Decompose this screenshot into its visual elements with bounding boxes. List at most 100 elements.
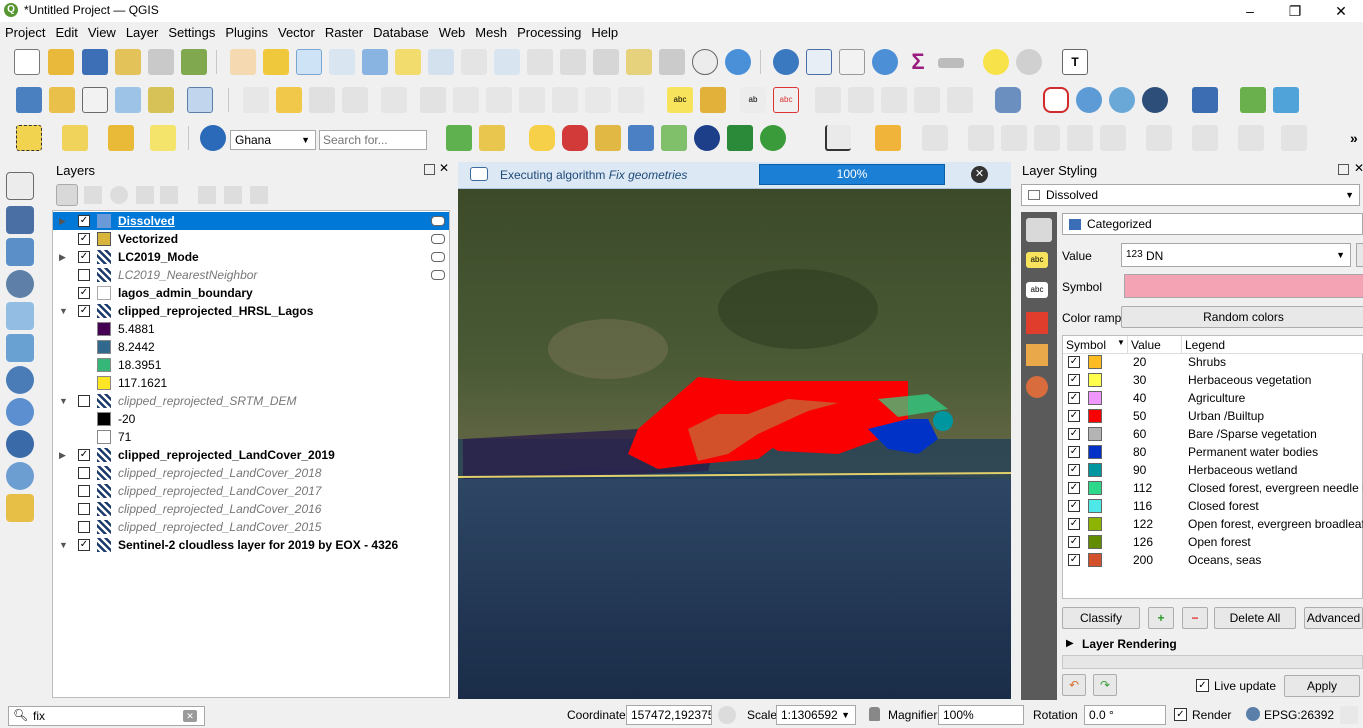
minimize-icon[interactable]: –	[1240, 2, 1260, 20]
remove-category-icon[interactable]: −	[1182, 607, 1208, 629]
messages-icon[interactable]	[1340, 706, 1358, 724]
copy-features-icon[interactable]	[519, 87, 545, 113]
save-edits-icon[interactable]	[309, 87, 335, 113]
collapse-arrow-icon[interactable]: ▼	[59, 392, 68, 410]
add-vector-layer-icon[interactable]	[6, 172, 34, 200]
vertex-tool-disabled-icon[interactable]	[381, 87, 407, 113]
render-checkbox[interactable]: ✓	[1174, 708, 1187, 721]
menu-web[interactable]: Web	[434, 22, 471, 43]
offset-curve-icon[interactable]	[1281, 125, 1307, 151]
layer-item[interactable]: ▼ ✓ clipped_reprojected_HRSL_Lagos	[53, 302, 449, 320]
new-map-view-icon[interactable]	[560, 49, 586, 75]
toggle-extents-icon[interactable]	[718, 706, 736, 724]
profile-chart-icon[interactable]	[825, 125, 851, 151]
category-row[interactable]: ✓ 50 Urban /Builtup	[1063, 407, 1363, 425]
plugins-icon[interactable]	[148, 87, 174, 113]
horizontal-scrollbar[interactable]	[1062, 655, 1363, 669]
temporal-controller-icon[interactable]	[692, 49, 718, 75]
menu-layer[interactable]: Layer	[121, 22, 164, 43]
layer-visibility-checkbox[interactable]	[78, 503, 90, 515]
magnifier-field[interactable]: 100%	[938, 705, 1024, 725]
legend-item[interactable]: -20	[53, 410, 449, 428]
layer-item[interactable]: ▶ ✓ clipped_reprojected_LandCover_2019	[53, 446, 449, 464]
classify-button[interactable]: Classify	[1062, 607, 1140, 629]
styling-layer-select[interactable]: Dissolved ▼	[1021, 184, 1360, 206]
menu-mesh[interactable]: Mesh	[470, 22, 512, 43]
layer-item[interactable]: clipped_reprojected_LandCover_2016	[53, 500, 449, 518]
zoom-native-icon[interactable]	[461, 49, 487, 75]
expand-arrow-icon[interactable]: ▶	[59, 446, 66, 464]
color-ramp-button[interactable]: Random colors	[1121, 306, 1363, 328]
layer-item[interactable]: clipped_reprojected_LandCover_2017	[53, 482, 449, 500]
menu-plugins[interactable]: Plugins	[220, 22, 273, 43]
python-console-icon[interactable]	[529, 125, 555, 151]
header-symbol[interactable]: Symbol	[1066, 338, 1106, 352]
style-manager-icon[interactable]	[181, 49, 207, 75]
clear-locator-icon[interactable]: ✕	[183, 710, 197, 722]
menu-view[interactable]: View	[83, 22, 121, 43]
geocoder-dropdown[interactable]: Ghana ▼	[230, 130, 316, 150]
close-styling-icon[interactable]: ✕	[1354, 161, 1363, 175]
zoom-to-selection-icon[interactable]	[395, 49, 421, 75]
symbol-button[interactable]	[1124, 274, 1363, 298]
wms-layer-icon[interactable]	[1076, 87, 1102, 113]
vector-tools-icon[interactable]	[479, 125, 505, 151]
expand-arrow-icon[interactable]: ▶	[59, 212, 66, 230]
layers-stack-icon[interactable]	[661, 125, 687, 151]
category-swatch[interactable]	[1088, 553, 1102, 567]
select-by-value-icon[interactable]	[62, 125, 88, 151]
manage-visibility-eye-icon[interactable]	[110, 186, 128, 204]
add-category-icon[interactable]: +	[1148, 607, 1174, 629]
cut-features-icon[interactable]	[486, 87, 512, 113]
menu-edit[interactable]: Edit	[50, 22, 82, 43]
show-hide-labels-icon[interactable]	[815, 87, 841, 113]
menu-help[interactable]: Help	[586, 22, 623, 43]
category-checkbox[interactable]: ✓	[1068, 536, 1080, 548]
refresh-icon[interactable]	[725, 49, 751, 75]
category-swatch[interactable]	[1088, 535, 1102, 549]
category-swatch[interactable]	[1088, 499, 1102, 513]
add-layer-icon[interactable]	[16, 87, 42, 113]
map-canvas[interactable]	[458, 189, 1011, 699]
collapse-all-icon[interactable]	[224, 186, 242, 204]
apply-button[interactable]: Apply	[1284, 675, 1360, 697]
symbology-paintbrush-icon[interactable]	[1026, 218, 1052, 242]
reload-plugin-icon[interactable]	[1273, 87, 1299, 113]
close-panel-icon[interactable]: ✕	[439, 161, 449, 175]
layer-visibility-checkbox[interactable]: ✓	[78, 233, 90, 245]
field-calculator-icon[interactable]	[839, 49, 865, 75]
expand-all-icon[interactable]	[198, 186, 216, 204]
reshape-icon[interactable]	[1238, 125, 1264, 151]
current-edits-icon[interactable]	[243, 87, 269, 113]
header-legend[interactable]: Legend	[1185, 338, 1225, 352]
swipe-icon[interactable]	[628, 125, 654, 151]
history-icon[interactable]	[1026, 376, 1048, 398]
locator-box[interactable]: 🔍︎ fix ✕	[8, 706, 205, 726]
layer-visibility-checkbox[interactable]: ✓	[78, 449, 90, 461]
processing-toolbox-gear-icon[interactable]	[872, 49, 898, 75]
category-row[interactable]: ✓ 116 Closed forest	[1063, 497, 1363, 515]
add-group-icon[interactable]	[84, 186, 102, 204]
add-ring-icon[interactable]	[1067, 125, 1093, 151]
add-delimited-text-icon[interactable]	[6, 270, 34, 298]
measure-icon[interactable]	[938, 58, 964, 68]
close-icon[interactable]: ✕	[1331, 2, 1351, 20]
expression-button[interactable]	[1356, 243, 1363, 267]
map-tips-icon[interactable]	[983, 49, 1009, 75]
layer-visibility-checkbox[interactable]	[78, 485, 90, 497]
float-styling-icon[interactable]	[1338, 164, 1349, 175]
zoom-to-layer-icon[interactable]	[428, 49, 454, 75]
layer-visibility-checkbox[interactable]	[78, 269, 90, 281]
layer-item[interactable]: LC2019_NearestNeighbor	[53, 266, 449, 284]
legend-item[interactable]: 8.2442	[53, 338, 449, 356]
layer-visibility-checkbox[interactable]: ✓	[78, 251, 90, 263]
category-checkbox[interactable]: ✓	[1068, 356, 1080, 368]
category-checkbox[interactable]: ✓	[1068, 410, 1080, 422]
fill-ring-icon[interactable]	[1146, 125, 1172, 151]
layer-indicator-icon[interactable]	[431, 270, 445, 280]
category-checkbox[interactable]: ✓	[1068, 500, 1080, 512]
add-raster-layer-icon[interactable]	[6, 206, 34, 234]
category-row[interactable]: ✓ 30 Herbaceous vegetation	[1063, 371, 1363, 389]
legend-item[interactable]: 71	[53, 428, 449, 446]
style-layer-icon[interactable]	[56, 184, 78, 206]
